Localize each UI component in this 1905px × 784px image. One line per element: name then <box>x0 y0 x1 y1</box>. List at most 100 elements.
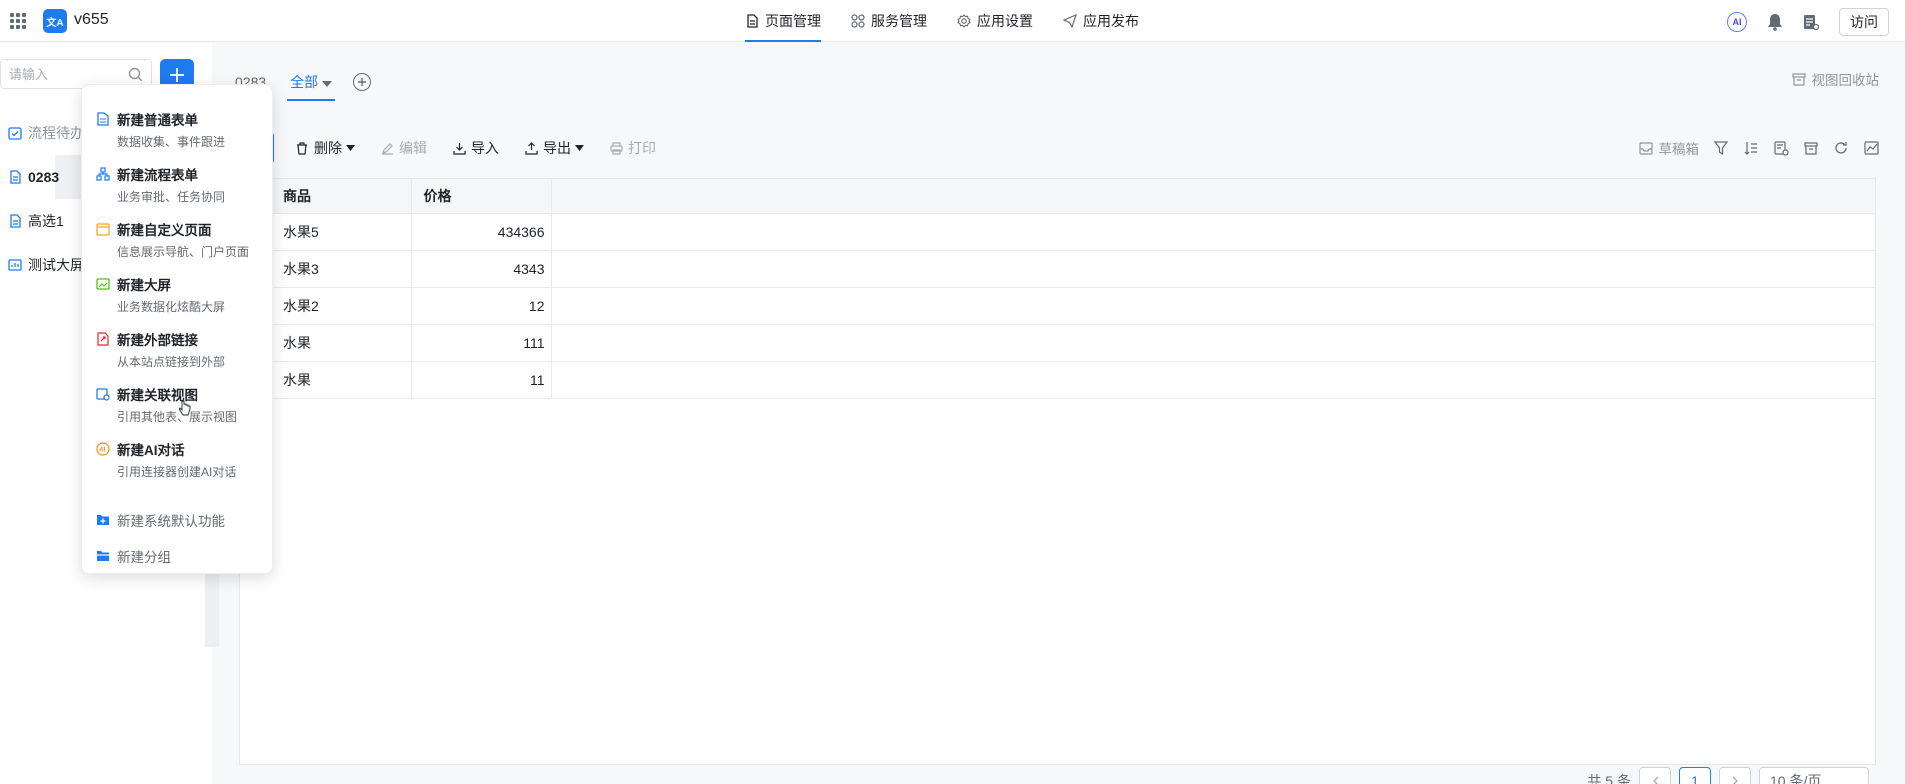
view-icon <box>96 387 110 401</box>
mouse-cursor-icon <box>178 400 191 419</box>
cell-price[interactable]: 434366 <box>411 213 552 251</box>
view-recycle-bin[interactable]: 视图回收站 <box>1791 69 1880 89</box>
prev-page-button[interactable] <box>1639 767 1671 784</box>
menu-item-new-group[interactable]: 新建分组 <box>82 538 272 574</box>
app-name: v655 <box>74 11 109 28</box>
recycle-bin-icon[interactable] <box>1803 140 1819 156</box>
ai-assistant-icon[interactable]: AI <box>1727 12 1747 32</box>
chevron-right-icon <box>1732 776 1738 784</box>
cell-empty <box>551 250 1875 288</box>
visit-button[interactable]: 访问 <box>1839 8 1889 36</box>
print-button[interactable]: 打印 <box>608 138 656 158</box>
sidebar-item-label: 0283 <box>28 169 60 185</box>
form-icon <box>8 170 22 184</box>
table-row[interactable]: 2 水果3 4343 <box>240 250 1875 288</box>
folder-icon <box>96 549 110 563</box>
cell-product[interactable]: 水果5 <box>271 213 412 251</box>
nav-label: 页面管理 <box>765 13 821 29</box>
calendar-check-icon <box>8 126 22 140</box>
menu-item-desc: 业务数据化炫酷大屏 <box>117 300 226 314</box>
table-row[interactable]: 4 水果 111 <box>240 324 1875 362</box>
menu-item-new-flow-form[interactable]: 新建流程表单 业务审批、任务协同 <box>82 164 272 219</box>
table-toolbar: 新增 删除 编辑 导入 导出 <box>196 132 680 164</box>
nav-page-management[interactable]: 页面管理 <box>745 0 821 42</box>
column-header-price[interactable]: 价格 <box>411 179 552 214</box>
sidebar-item-label: 流程待办 <box>28 125 84 141</box>
link-icon <box>96 332 110 346</box>
document-icon <box>745 14 759 28</box>
add-view-button[interactable] <box>353 73 372 91</box>
cell-price[interactable]: 11 <box>411 361 552 399</box>
delete-button[interactable]: 删除 <box>294 138 355 158</box>
menu-item-new-external-link[interactable]: 新建外部链接 从本站点链接到外部 <box>82 329 272 384</box>
menu-separator <box>82 494 272 502</box>
sort-icon[interactable] <box>1743 140 1759 156</box>
menu-item-new-dashboard[interactable]: 新建大屏 业务数据化炫酷大屏 <box>82 274 272 329</box>
pagination: 共 5 条 1 10 条/页 <box>1587 767 1869 784</box>
menu-item-desc: 信息展示导航、门户页面 <box>117 245 250 259</box>
app-logo: 文A <box>43 9 67 33</box>
field-settings-icon[interactable] <box>1773 140 1789 156</box>
table-header-row: 商品 价格 <box>240 179 1875 214</box>
export-icon <box>523 140 539 156</box>
filter-icon[interactable] <box>1713 140 1729 156</box>
recycle-label: 视图回收站 <box>1811 73 1880 88</box>
page-icon <box>96 222 110 236</box>
next-page-button[interactable] <box>1719 767 1751 784</box>
gear-icon <box>957 14 971 28</box>
sidebar-item-label: 测试大屏 <box>28 257 84 273</box>
cell-product[interactable]: 水果 <box>271 361 412 399</box>
page-size-select[interactable]: 10 条/页 <box>1759 767 1869 784</box>
menu-item-new-custom-page[interactable]: 新建自定义页面 信息展示导航、门户页面 <box>82 219 272 274</box>
cell-product[interactable]: 水果2 <box>271 287 412 325</box>
menu-item-title: 新建AI对话 <box>117 443 185 458</box>
folder-plus-icon <box>96 513 110 527</box>
table-row[interactable]: 1 水果5 434366 <box>240 213 1875 251</box>
nav-app-publish[interactable]: 应用发布 <box>1063 0 1139 42</box>
menu-item-new-form[interactable]: 新建普通表单 数据收集、事件跟进 <box>82 109 272 164</box>
menu-item-new-ai-chat[interactable]: AI 新建AI对话 引用连接器创建AI对话 <box>82 439 272 494</box>
table-row[interactable]: 5 水果 11 <box>240 361 1875 399</box>
column-header-empty <box>551 179 1875 214</box>
menu-item-new-linked-view[interactable]: 新建关联视图 引用其他表、展示视图 <box>82 384 272 439</box>
edit-button[interactable]: 编辑 <box>379 138 427 158</box>
table-row[interactable]: 3 水果2 12 <box>240 287 1875 325</box>
tab-all[interactable]: 全部 <box>287 65 336 101</box>
menu-item-title: 新建流程表单 <box>117 168 198 183</box>
menu-item-desc: 引用连接器创建AI对话 <box>117 465 237 479</box>
search-icon[interactable] <box>128 67 143 85</box>
cell-product[interactable]: 水果3 <box>271 250 412 288</box>
menu-item-title: 新建自定义页面 <box>117 223 212 238</box>
refresh-icon[interactable] <box>1833 140 1849 156</box>
sidebar-scroll-stub <box>205 571 219 647</box>
top-right-actions: AI 访问 <box>1727 8 1889 36</box>
caret-down-icon[interactable] <box>322 74 333 90</box>
dashboard-icon <box>8 258 22 272</box>
menu-item-new-system-default[interactable]: 新建系统默认功能 <box>82 502 272 538</box>
app-config-icon[interactable] <box>1803 14 1819 30</box>
nav-service-management[interactable]: 服务管理 <box>851 0 927 42</box>
cell-price[interactable]: 12 <box>411 287 552 325</box>
cell-price[interactable]: 4343 <box>411 250 552 288</box>
cell-empty <box>551 213 1875 251</box>
cell-empty <box>551 287 1875 325</box>
nav-app-settings[interactable]: 应用设置 <box>957 0 1033 42</box>
draft-icon <box>1638 140 1654 156</box>
cell-product[interactable]: 水果 <box>271 324 412 362</box>
pencil-icon <box>379 140 395 156</box>
draft-box-button[interactable]: 草稿箱 <box>1638 138 1699 158</box>
import-button[interactable]: 导入 <box>451 138 499 158</box>
nav-label: 服务管理 <box>871 13 927 29</box>
bell-icon[interactable] <box>1767 14 1783 31</box>
export-button[interactable]: 导出 <box>523 138 584 158</box>
page-button-current[interactable]: 1 <box>1679 767 1711 784</box>
column-header-product[interactable]: 商品 <box>271 179 412 214</box>
chart-icon[interactable] <box>1863 140 1879 156</box>
cell-price[interactable]: 111 <box>411 324 552 362</box>
nav-label: 应用发布 <box>1083 13 1139 29</box>
ai-chat-icon: AI <box>96 442 110 456</box>
cell-empty <box>551 324 1875 362</box>
plus-icon <box>170 68 184 82</box>
tab-label: 全部 <box>290 74 319 90</box>
apps-grid-icon[interactable] <box>10 13 26 29</box>
